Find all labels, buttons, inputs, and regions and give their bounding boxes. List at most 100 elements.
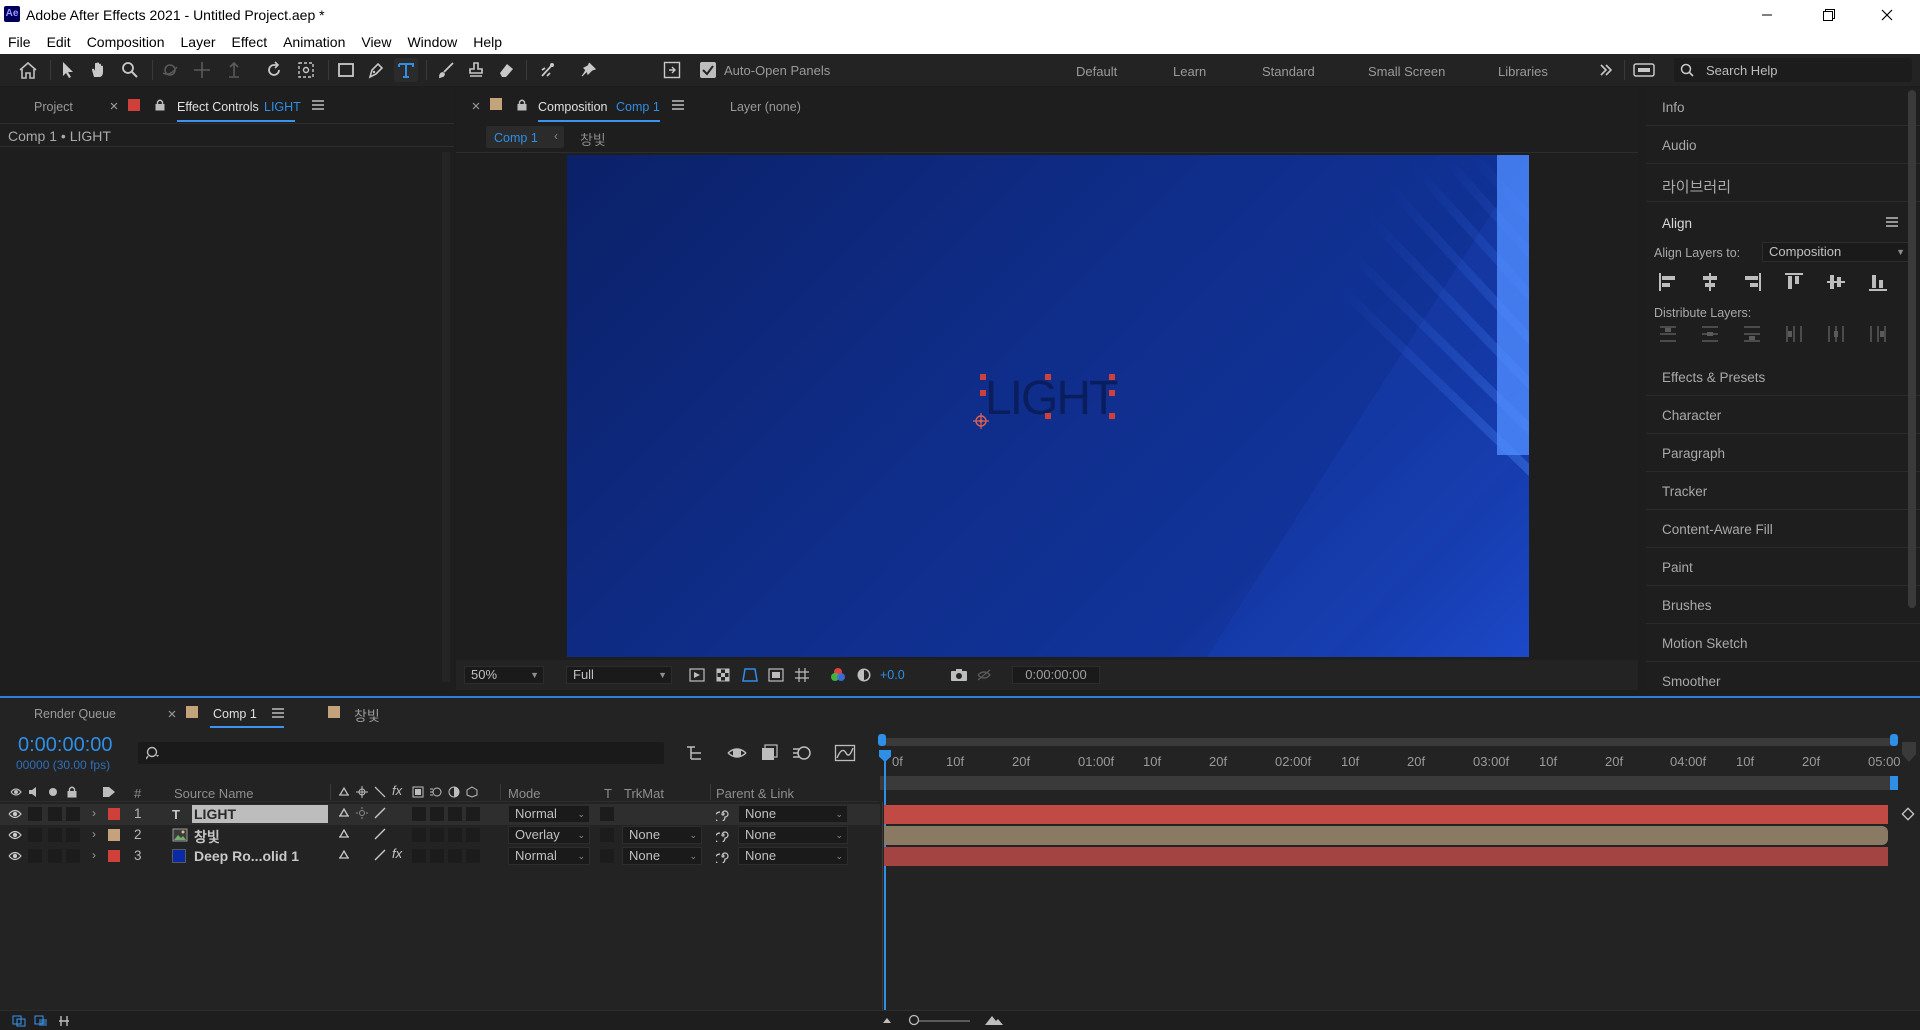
switch-box[interactable] — [412, 849, 426, 863]
align-right-icon[interactable] — [1742, 272, 1762, 292]
anchor-point-icon[interactable] — [972, 412, 990, 430]
panel-menu-icon[interactable] — [672, 100, 684, 110]
switch-box[interactable] — [66, 849, 80, 863]
tab-composition-name[interactable]: Comp 1 — [616, 100, 660, 114]
zoom-slider-thumb[interactable] — [908, 1014, 920, 1026]
pen-tool[interactable] — [364, 58, 388, 82]
switch-box[interactable] — [430, 828, 444, 842]
expand-chevron-icon[interactable]: › — [92, 806, 96, 820]
work-area-bar[interactable] — [880, 776, 1896, 790]
layer-duration-bar[interactable] — [884, 826, 1888, 845]
shy-switch[interactable] — [338, 807, 350, 819]
close-tab-icon[interactable] — [110, 102, 118, 110]
parent-pickwhip[interactable] — [716, 849, 730, 863]
switch-box[interactable] — [448, 828, 462, 842]
distribute-horizontal-center-icon[interactable] — [1826, 324, 1846, 344]
tab-layer[interactable]: Layer (none) — [730, 100, 801, 114]
menu-layer[interactable]: Layer — [179, 34, 218, 50]
parent-pickwhip[interactable] — [716, 807, 730, 821]
switch-box[interactable] — [466, 828, 480, 842]
workspace-default[interactable]: Default — [1076, 64, 1117, 79]
align-horizontal-center-icon[interactable] — [1700, 272, 1720, 292]
orbit-camera-tool[interactable] — [158, 58, 182, 82]
panel-brushes[interactable]: Brushes — [1646, 586, 1920, 624]
rotation-tool[interactable] — [262, 58, 286, 82]
pan-camera-tool[interactable] — [190, 58, 214, 82]
menu-file[interactable]: File — [6, 34, 33, 50]
col-trkmat[interactable]: TrkMat — [624, 786, 664, 801]
lock-icon[interactable] — [516, 98, 528, 111]
zoom-dropdown[interactable]: 50% ▼ — [464, 666, 544, 684]
show-snapshot-icon[interactable] — [976, 668, 992, 682]
expand-chevron-icon[interactable]: › — [92, 827, 96, 841]
panel-libraries[interactable]: 라이브러리 — [1646, 164, 1920, 202]
switch-box[interactable] — [48, 807, 62, 821]
distribute-vertical-center-icon[interactable] — [1700, 324, 1720, 344]
parent-dropdown[interactable]: None ⌄ — [738, 805, 848, 823]
brush-tool[interactable] — [434, 58, 458, 82]
panel-align-header[interactable]: Align — [1646, 204, 1920, 238]
layer-mode-dropdown[interactable]: Normal ⌄ — [508, 805, 590, 823]
layer-name-field[interactable]: Deep Ro...olid 1 — [192, 847, 328, 865]
trkmat-dropdown[interactable]: None ⌄ — [622, 847, 702, 865]
composition-viewer[interactable]: LIGHT — [567, 155, 1529, 657]
exposure-value[interactable]: +0.0 — [880, 668, 905, 682]
panel-tracker[interactable]: Tracker — [1646, 472, 1920, 510]
tab-effect-controls[interactable]: Effect Controls — [177, 100, 259, 114]
col-parent-link[interactable]: Parent & Link — [716, 786, 794, 801]
layer-mode-dropdown[interactable]: Normal ⌄ — [508, 847, 590, 865]
layer-mode-dropdown[interactable]: Overlay ⌄ — [508, 826, 590, 844]
anchor-point-tool[interactable] — [294, 58, 318, 82]
close-button[interactable] — [1858, 0, 1916, 30]
quality-switch[interactable] — [374, 828, 386, 840]
more-workspaces-button[interactable] — [1594, 58, 1618, 82]
home-button[interactable] — [16, 58, 40, 82]
switch-box[interactable] — [412, 807, 426, 821]
layer-row[interactable]: › 2 창빛 Overlay ⌄ None ⌄ None ⌄ — [0, 825, 880, 846]
switch-box[interactable] — [466, 807, 480, 821]
switch-box[interactable] — [66, 807, 80, 821]
switch-box[interactable] — [448, 849, 462, 863]
restore-button[interactable] — [1800, 0, 1858, 30]
channel-rgb-icon[interactable] — [830, 667, 846, 683]
in-out-toggle-icon[interactable] — [58, 1015, 70, 1027]
roto-brush-tool[interactable] — [536, 58, 560, 82]
menu-view[interactable]: View — [359, 34, 393, 50]
rectangle-tool[interactable] — [334, 58, 358, 82]
grid-guides-icon[interactable] — [794, 667, 810, 683]
switch-box[interactable] — [412, 828, 426, 842]
align-top-icon[interactable] — [1784, 272, 1804, 292]
type-tool[interactable] — [394, 58, 418, 82]
switch-box[interactable] — [28, 828, 42, 842]
col-mode[interactable]: Mode — [508, 786, 541, 801]
col-t[interactable]: T — [604, 786, 612, 801]
transfer-controls-toggle-icon[interactable] — [34, 1015, 48, 1027]
video-visibility-toggle[interactable] — [8, 829, 22, 841]
layer-switches-toggle-icon[interactable] — [12, 1015, 26, 1027]
eraser-tool[interactable] — [494, 58, 518, 82]
trkmat-dropdown[interactable]: None ⌄ — [622, 826, 702, 844]
parent-dropdown[interactable]: None ⌄ — [738, 826, 848, 844]
align-bottom-icon[interactable] — [1868, 272, 1888, 292]
switch-box[interactable] — [430, 807, 444, 821]
layer-row[interactable]: › 1 T LIGHT Normal ⌄ None ⌄ — [0, 804, 880, 825]
auto-open-checkbox[interactable] — [700, 62, 716, 78]
switch-box[interactable] — [430, 849, 444, 863]
distribute-right-icon[interactable] — [1868, 324, 1888, 344]
keyframe-nav-icon[interactable] — [1900, 806, 1916, 822]
parent-dropdown[interactable]: None ⌄ — [738, 847, 848, 865]
tab-effect-controls-layer[interactable]: LIGHT — [264, 100, 301, 114]
collapse-switch[interactable] — [356, 807, 368, 819]
workspace-learn[interactable]: Learn — [1173, 64, 1206, 79]
playhead-line[interactable] — [884, 754, 886, 1028]
zoom-in-mountain-icon[interactable] — [984, 1013, 1004, 1027]
time-ruler[interactable]: 0f 10f 20f 01:00f 10f 20f 02:00f 10f 20f 03:00f 10… — [0, 698, 1920, 778]
preserve-transparency-box[interactable] — [600, 807, 614, 821]
switch-box[interactable] — [448, 807, 462, 821]
menu-window[interactable]: Window — [405, 34, 459, 50]
scrollbar[interactable] — [442, 152, 450, 682]
panel-paragraph[interactable]: Paragraph — [1646, 434, 1920, 472]
switch-box[interactable] — [28, 807, 42, 821]
clone-stamp-tool[interactable] — [464, 58, 488, 82]
comp-breadcrumb-other[interactable]: 창빛 — [580, 130, 606, 150]
